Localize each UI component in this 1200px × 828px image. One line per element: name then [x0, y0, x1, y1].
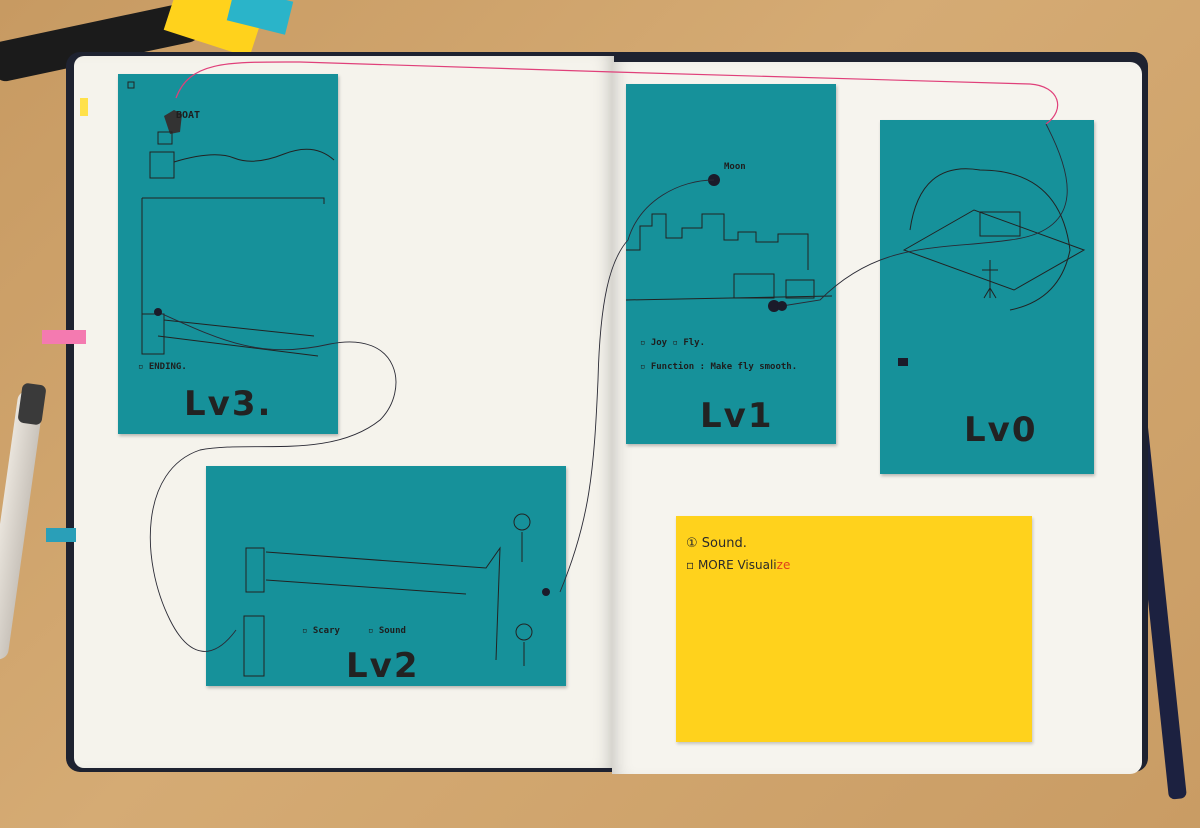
connecting-threads [149, 61, 1068, 652]
